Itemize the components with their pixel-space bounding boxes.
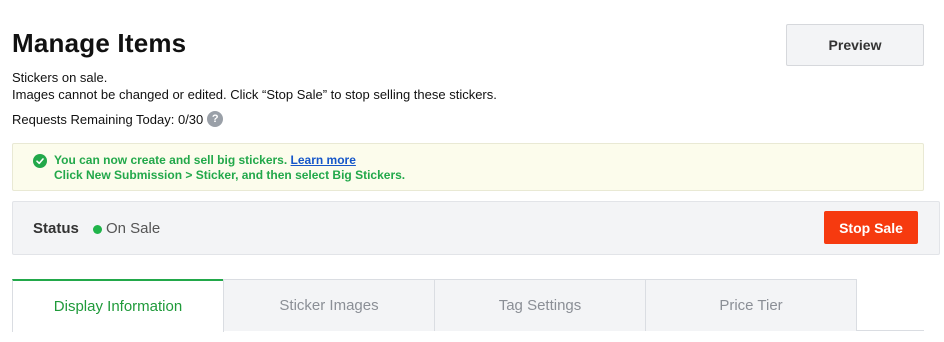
- status-dot-icon: [93, 225, 102, 234]
- notice-line-1: You can now create and sell big stickers…: [54, 153, 405, 168]
- description-line-1: Stickers on sale.: [12, 70, 108, 85]
- notice-line-2: Click New Submission > Sticker, and then…: [54, 168, 406, 182]
- tab-price-tier[interactable]: Price Tier: [645, 279, 857, 331]
- requests-remaining-label: Requests Remaining Today: 0/30: [12, 111, 204, 127]
- stop-sale-button[interactable]: Stop Sale: [824, 211, 918, 244]
- description: Stickers on sale. Images cannot be chang…: [12, 69, 497, 103]
- check-circle-icon: [33, 154, 47, 168]
- notice-line-1-text: You can now create and sell big stickers…: [54, 153, 288, 167]
- status-label: Status: [33, 220, 79, 237]
- description-line-2: Images cannot be changed or edited. Clic…: [12, 87, 497, 102]
- status-value: On Sale: [106, 220, 161, 237]
- tab-bar: Display Information Sticker Images Tag S…: [12, 279, 924, 332]
- tab-tag-settings[interactable]: Tag Settings: [434, 279, 646, 331]
- notice-text: You can now create and sell big stickers…: [54, 153, 405, 183]
- tab-sticker-images[interactable]: Sticker Images: [223, 279, 435, 331]
- preview-button[interactable]: Preview: [786, 24, 924, 66]
- requests-remaining: Requests Remaining Today: 0/30 ?: [12, 111, 224, 127]
- tab-display-information[interactable]: Display Information: [12, 279, 224, 332]
- status-bar: Status On Sale Stop Sale: [12, 201, 940, 255]
- learn-more-link[interactable]: Learn more: [291, 153, 356, 167]
- page-title: Manage Items: [12, 28, 187, 58]
- help-icon[interactable]: ?: [207, 111, 224, 127]
- big-stickers-notice: You can now create and sell big stickers…: [12, 143, 924, 191]
